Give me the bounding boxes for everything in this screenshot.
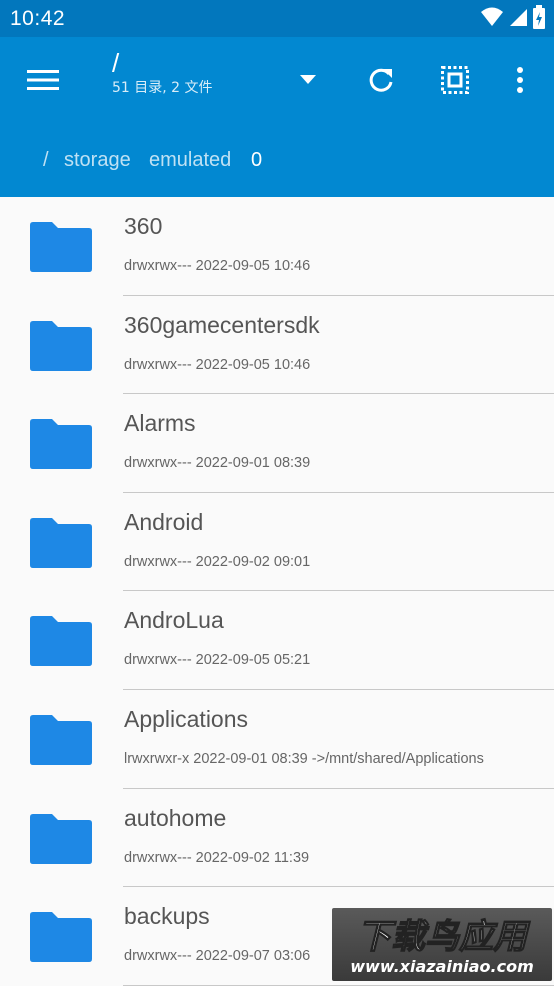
- signal-icon: [508, 7, 528, 32]
- more-options-button[interactable]: [496, 56, 544, 104]
- refresh-button[interactable]: [357, 56, 405, 104]
- breadcrumb-item-root[interactable]: /: [43, 149, 49, 172]
- list-item[interactable]: Alarms drwxrwx--- 2022-09-01 08:39: [0, 394, 554, 493]
- folder-icon: [30, 912, 92, 963]
- menu-button[interactable]: [19, 56, 67, 104]
- file-meta: drwxrwx--- 2022-09-07 03:06: [124, 948, 311, 965]
- status-bar: 10:42: [0, 0, 554, 37]
- watermark-logo: 下载鸟应用 www.xiazainiao.com: [332, 908, 552, 981]
- folder-icon: [30, 714, 92, 765]
- refresh-icon: [369, 68, 393, 92]
- file-meta: lrwxrwxr-x 2022-09-01 08:39 ->/mnt/share…: [124, 750, 484, 767]
- folder-icon: [30, 517, 92, 568]
- list-item[interactable]: Android drwxrwx--- 2022-09-02 09:01: [0, 493, 554, 592]
- file-name: 360: [124, 213, 163, 239]
- menu-icon: [27, 70, 59, 90]
- file-meta: drwxrwx--- 2022-09-01 08:39: [124, 455, 311, 472]
- status-time: 10:42: [10, 7, 66, 30]
- file-meta: drwxrwx--- 2022-09-02 11:39: [124, 849, 310, 866]
- path-dropdown-button[interactable]: [284, 56, 332, 104]
- watermark-url: www.xiazainiao.com: [350, 957, 533, 976]
- file-name: 360gamecentersdk: [124, 311, 320, 338]
- folder-icon: [30, 419, 92, 470]
- app-toolbar: / 51 目录, 2 文件: [0, 37, 554, 127]
- file-meta: drwxrwx--- 2022-09-02 09:01: [124, 553, 311, 570]
- page-subtitle: 51 目录, 2 文件: [112, 80, 213, 96]
- file-name: Applications: [124, 705, 249, 732]
- breadcrumb-item-storage[interactable]: storage: [64, 149, 131, 172]
- folder-icon: [30, 813, 92, 864]
- file-name: AndroLua: [124, 607, 224, 634]
- breadcrumb: / storage emulated 0: [0, 127, 554, 197]
- status-icons: [480, 4, 546, 34]
- file-meta: drwxrwx--- 2022-09-05 10:46: [124, 356, 311, 373]
- battery-icon: [532, 4, 546, 34]
- file-name: Alarms: [124, 410, 196, 437]
- dropdown-icon: [300, 75, 316, 84]
- folder-icon: [30, 320, 92, 371]
- select-all-button[interactable]: [431, 56, 479, 104]
- more-vert-icon: [517, 67, 523, 93]
- watermark-title: 下载鸟应用: [357, 917, 531, 957]
- file-name: autohome: [124, 804, 227, 831]
- breadcrumb-item-emulated[interactable]: emulated: [149, 149, 231, 172]
- file-list: 360 drwxrwx--- 2022-09-05 10:46 360gamec…: [0, 197, 554, 986]
- folder-icon: [30, 616, 92, 667]
- file-name: backups: [124, 903, 210, 930]
- breadcrumb-item-current[interactable]: 0: [251, 149, 262, 172]
- file-name: Android: [124, 508, 204, 535]
- list-item[interactable]: AndroLua drwxrwx--- 2022-09-05 05:21: [0, 591, 554, 690]
- file-meta: drwxrwx--- 2022-09-05 10:46: [124, 258, 311, 274]
- wifi-icon: [480, 6, 504, 33]
- list-item[interactable]: autohome drwxrwx--- 2022-09-02 11:39: [0, 789, 554, 888]
- title-block[interactable]: / 51 目录, 2 文件: [112, 47, 213, 97]
- list-item[interactable]: 360gamecentersdk drwxrwx--- 2022-09-05 1…: [0, 296, 554, 395]
- file-meta: drwxrwx--- 2022-09-05 05:21: [124, 652, 311, 669]
- select-all-icon: [441, 66, 469, 94]
- page-title: /: [112, 48, 120, 78]
- list-item[interactable]: 360 drwxrwx--- 2022-09-05 10:46: [0, 197, 554, 296]
- list-item[interactable]: Applications lrwxrwxr-x 2022-09-01 08:39…: [0, 690, 554, 789]
- folder-icon: [30, 222, 92, 272]
